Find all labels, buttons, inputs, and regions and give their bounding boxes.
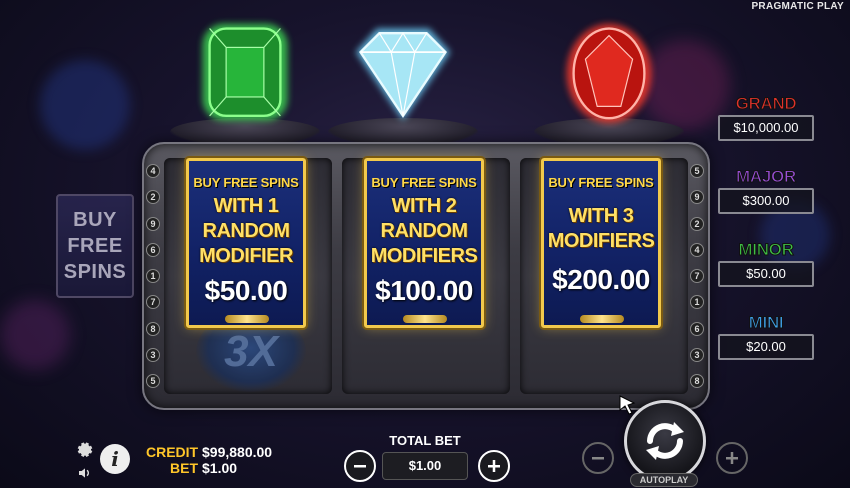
jackpot-value: $50.00 xyxy=(718,261,814,287)
side-buy-free-spins-button[interactable]: BUY FREE SPINS xyxy=(56,194,134,298)
side-buy-line-3: SPINS xyxy=(63,261,127,283)
offer-price: $100.00 xyxy=(375,275,473,306)
offer-price: $50.00 xyxy=(204,275,288,306)
payline-number: 9 xyxy=(146,216,160,231)
plus-icon xyxy=(488,460,500,472)
payline-number: 7 xyxy=(690,269,704,283)
offer-line: WITH 2 xyxy=(391,195,457,217)
offer-line: WITH 3 xyxy=(568,205,634,227)
offer-header: BUY FREE SPINS xyxy=(371,175,477,190)
offer-header: BUY FREE SPINS xyxy=(548,175,654,190)
jackpot-value: $10,000.00 xyxy=(718,115,814,141)
payline-number: 8 xyxy=(690,374,704,388)
offer-card-3-modifiers[interactable]: BUY FREE SPINS WITH 3 MODIFIERS $200.00 xyxy=(541,158,661,328)
bet-value: $1.00 xyxy=(202,460,238,476)
total-bet-label: TOTAL BET xyxy=(389,433,461,448)
offer-description: WITH 2 RANDOM MODIFIERS xyxy=(367,194,481,269)
offer-line: WITH 1 xyxy=(213,195,279,217)
spin-arrows-icon xyxy=(646,422,684,460)
credit-value: $99,880.00 xyxy=(202,444,273,460)
sound-speaker-icon[interactable] xyxy=(76,464,94,482)
gold-scroll-ornament xyxy=(580,315,624,323)
offer-line: RANDOM xyxy=(202,220,291,242)
payline-number: 3 xyxy=(146,347,160,362)
payline-number: 2 xyxy=(690,216,704,231)
payline-number: 6 xyxy=(146,242,160,257)
offer-card-2-modifiers[interactable]: BUY FREE SPINS WITH 2 RANDOM MODIFIERS $… xyxy=(364,158,484,328)
pointer-cursor-icon xyxy=(619,395,636,415)
payline-number: 5 xyxy=(146,374,160,388)
paylines-left: 4 2 9 6 1 7 8 3 5 xyxy=(146,164,162,388)
payline-number: 7 xyxy=(146,295,160,310)
autoplay-decrease-button[interactable] xyxy=(582,442,614,474)
jackpot-minor: MINOR $50.00 xyxy=(718,240,814,287)
payline-number: 8 xyxy=(146,321,160,336)
balance-display: CREDIT $99,880.00 BET $1.00 xyxy=(146,444,272,476)
payline-number: 1 xyxy=(146,269,160,283)
payline-number: 6 xyxy=(690,321,704,336)
jackpot-mini: MINI $20.00 xyxy=(718,313,814,360)
jackpot-label: MINI xyxy=(748,313,784,333)
offer-description: WITH 3 MODIFIERS xyxy=(544,204,658,254)
side-buy-line-2: FREE xyxy=(67,235,123,257)
minus-icon xyxy=(354,465,366,468)
paylines-right: 5 9 2 4 7 1 6 3 8 xyxy=(690,164,706,388)
payline-number: 9 xyxy=(690,190,704,205)
emerald-gem-icon xyxy=(202,23,288,121)
settings-gear-icon[interactable] xyxy=(76,440,94,458)
offer-header: BUY FREE SPINS xyxy=(193,175,299,190)
payline-number: 1 xyxy=(690,295,704,310)
jackpot-label: MAJOR xyxy=(736,167,797,187)
total-bet-value: $1.00 xyxy=(382,452,468,480)
gold-scroll-ornament xyxy=(225,315,269,323)
gold-scroll-ornament xyxy=(403,315,447,323)
payline-number: 2 xyxy=(146,190,160,205)
payline-number: 3 xyxy=(690,347,704,362)
jackpot-value: $20.00 xyxy=(718,334,814,360)
offer-price: $200.00 xyxy=(552,264,650,295)
offer-description: WITH 1 RANDOM MODIFIER xyxy=(189,194,303,269)
ruby-gem-icon xyxy=(566,23,652,123)
autoplay-button[interactable]: AUTOPLAY xyxy=(630,473,698,487)
payline-number: 4 xyxy=(690,242,704,257)
payline-number: 5 xyxy=(690,164,704,178)
brand-logo: PRAGMATIC PLAY xyxy=(751,1,844,12)
plus-icon xyxy=(726,452,738,464)
payline-number: 4 xyxy=(146,164,160,178)
credit-label: CREDIT xyxy=(146,444,199,460)
offer-line: MODIFIERS xyxy=(370,245,478,267)
jackpot-grand: GRAND $10,000.00 xyxy=(718,94,814,141)
offer-line: MODIFIERS xyxy=(547,230,655,252)
increase-bet-button[interactable] xyxy=(478,450,510,482)
bet-label: BET xyxy=(170,460,198,476)
offer-card-1-modifier[interactable]: BUY FREE SPINS WITH 1 RANDOM MODIFIER $5… xyxy=(186,158,306,328)
diamond-gem-icon xyxy=(355,28,451,121)
jackpot-value: $300.00 xyxy=(718,188,814,214)
minus-icon xyxy=(592,457,604,460)
jackpot-label: GRAND xyxy=(735,94,797,114)
side-buy-line-1: BUY xyxy=(73,209,117,231)
info-icon[interactable]: i xyxy=(100,444,130,474)
jackpot-label: MINOR xyxy=(738,240,794,260)
offer-line: MODIFIER xyxy=(199,245,293,267)
jackpot-major: MAJOR $300.00 xyxy=(718,167,814,214)
offer-line: RANDOM xyxy=(380,220,469,242)
decrease-bet-button[interactable] xyxy=(344,450,376,482)
autoplay-increase-button[interactable] xyxy=(716,442,748,474)
